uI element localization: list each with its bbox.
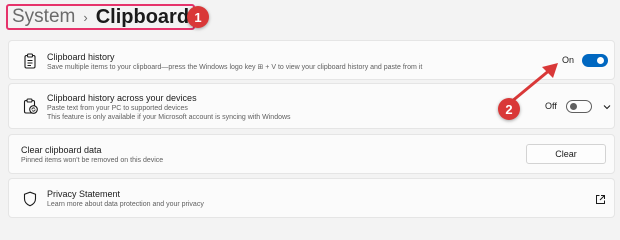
clipboard-history-state-label: On [562, 55, 575, 65]
clear-button[interactable]: Clear [526, 144, 606, 164]
clipboard-sync-icon [22, 98, 38, 114]
clipboard-icon [22, 53, 38, 69]
clipboard-history-toggle[interactable] [582, 54, 608, 67]
clear-clipboard-card: Clear clipboard data Pinned items won't … [8, 134, 615, 174]
clipboard-sync-note: This feature is only available if your M… [47, 114, 291, 121]
clipboard-history-description: Save multiple items to your clipboard—pr… [47, 64, 423, 71]
clipboard-sync-toggle[interactable] [566, 100, 592, 113]
chevron-down-icon[interactable] [602, 99, 612, 110]
clear-clipboard-description: Pinned items won't be removed on this de… [21, 157, 164, 164]
privacy-statement-card[interactable]: Privacy Statement Learn more about data … [8, 178, 615, 218]
page-title: Clipboard [95, 5, 190, 28]
privacy-statement-description: Learn more about data protection and you… [47, 201, 204, 208]
clipboard-sync-description: Paste text from your PC to supported dev… [47, 105, 188, 112]
toggle-knob [597, 57, 604, 64]
clipboard-history-title: Clipboard history [47, 52, 115, 62]
annotation-badge-1: 1 [187, 6, 209, 28]
external-link-icon[interactable] [595, 192, 606, 204]
privacy-statement-title: Privacy Statement [47, 189, 121, 199]
clipboard-sync-title: Clipboard history across your devices [47, 93, 197, 103]
clear-clipboard-title: Clear clipboard data [21, 145, 102, 155]
breadcrumb-parent-system[interactable]: System [12, 6, 75, 28]
annotation-badge-2: 2 [498, 98, 520, 120]
shield-icon [22, 191, 38, 207]
breadcrumb-separator: › [83, 9, 88, 25]
breadcrumb: System › Clipboard [6, 4, 196, 30]
toggle-knob [570, 103, 577, 110]
